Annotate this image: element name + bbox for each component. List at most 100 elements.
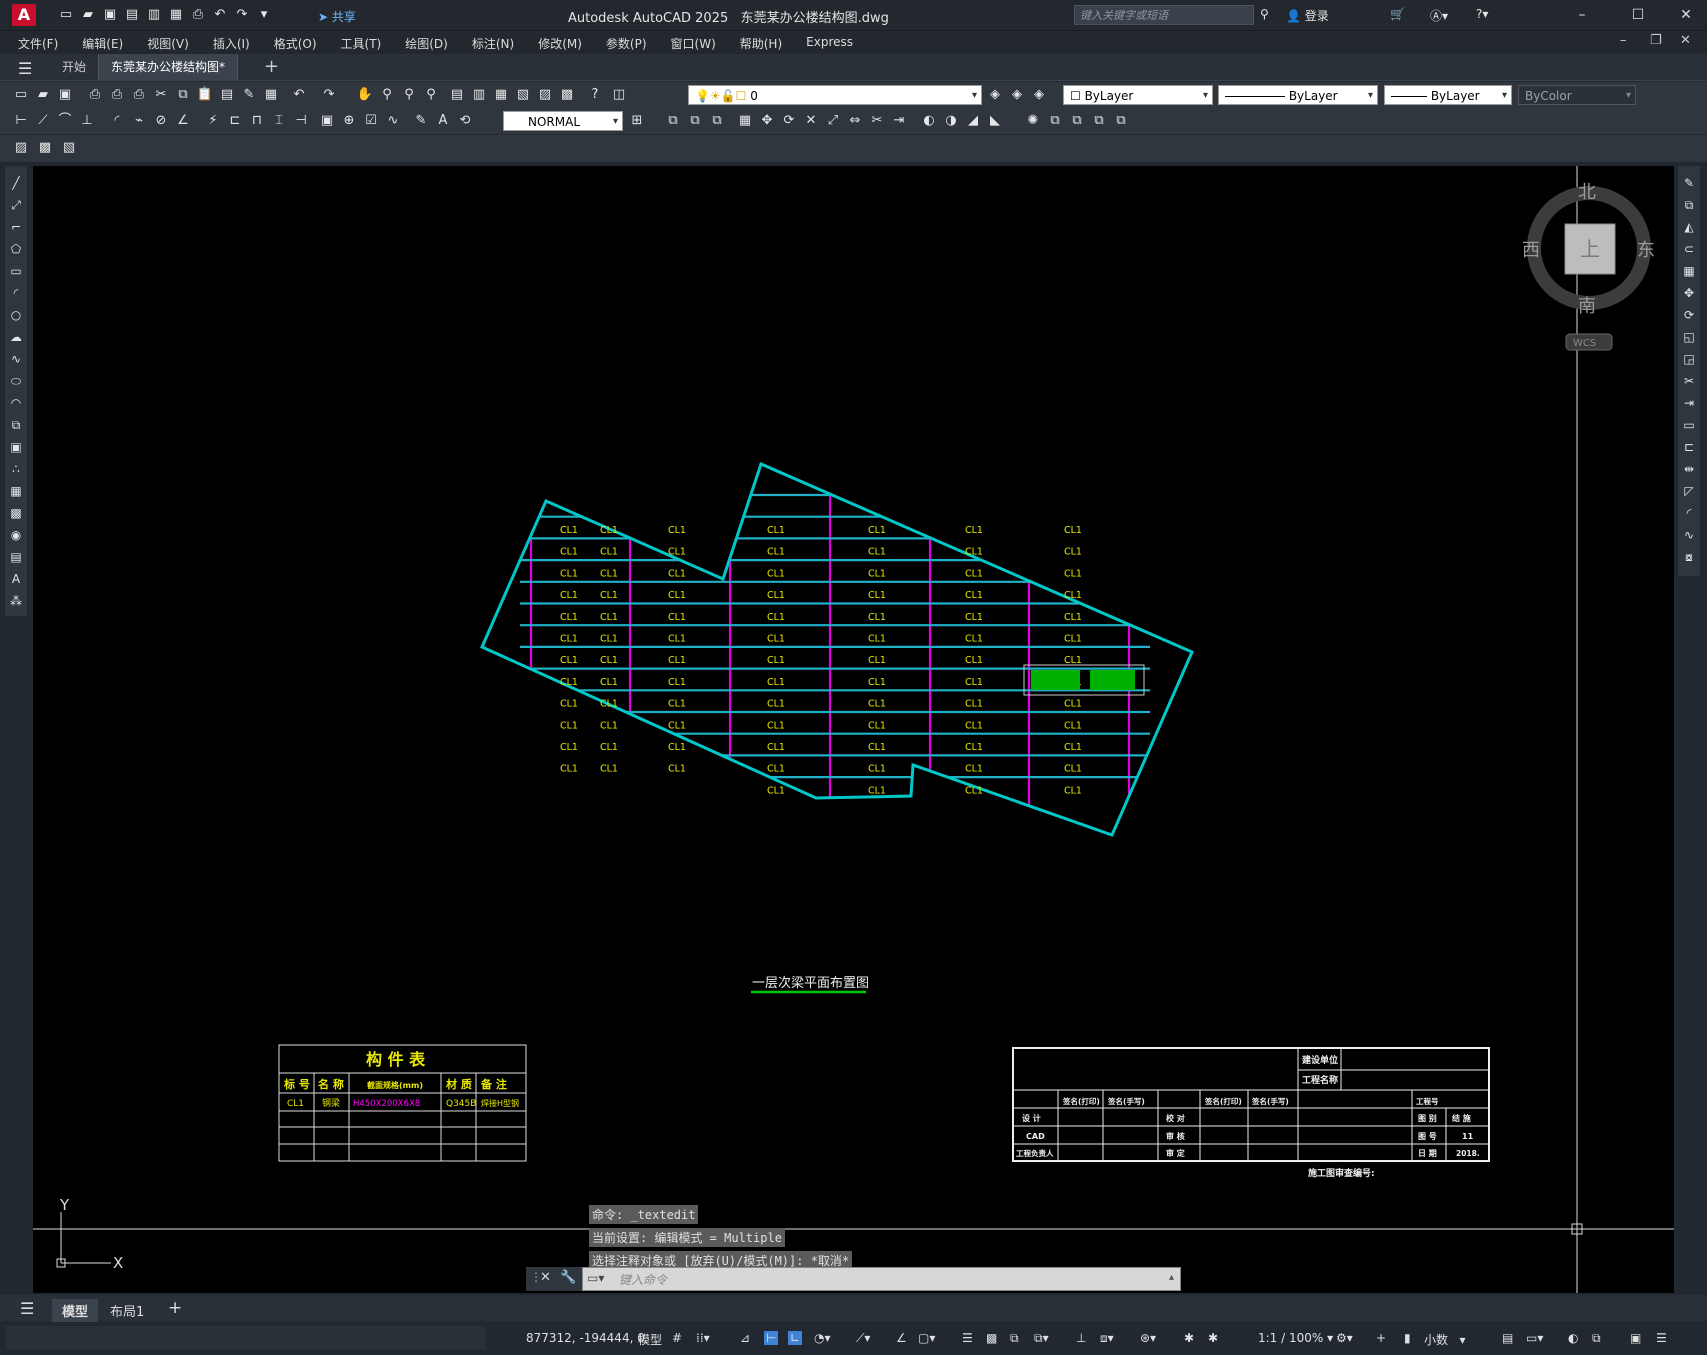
help-icon[interactable]: ?: [586, 86, 604, 104]
new-file-icon[interactable]: ▭: [58, 7, 74, 23]
dim-text-edit-icon[interactable]: A: [434, 112, 452, 130]
region-icon[interactable]: ◉: [7, 526, 25, 544]
copy-obj-icon[interactable]: ⧉: [664, 112, 682, 130]
open-icon[interactable]: ▰: [34, 86, 52, 104]
doc-restore-button[interactable]: ❐: [1650, 33, 1662, 48]
rectangle-icon[interactable]: ▭: [7, 262, 25, 280]
spline-icon[interactable]: ∿: [7, 350, 25, 368]
redo-icon[interactable]: ↷: [320, 86, 338, 104]
circle-icon[interactable]: ○: [7, 306, 25, 324]
maximize-window-button[interactable]: ☐: [1624, 5, 1652, 25]
center-mark-icon[interactable]: ⊕: [340, 112, 358, 130]
revcloud-icon[interactable]: ☁: [7, 328, 25, 346]
menu-parametric[interactable]: 参数(P): [606, 31, 659, 53]
color-dropdown[interactable]: ☐ ByLayer ▾: [1063, 85, 1213, 105]
ortho-icon[interactable]: ∟: [788, 1331, 803, 1345]
mtext-icon[interactable]: A: [7, 570, 25, 588]
quick-properties-icon[interactable]: ▤: [1502, 1331, 1513, 1345]
menu-view[interactable]: 视图(V): [147, 31, 201, 53]
units-icon[interactable]: ▮: [1404, 1331, 1411, 1345]
dim-edit-icon[interactable]: ✎: [412, 112, 430, 130]
graphics-performance-icon[interactable]: ⧉: [1592, 1331, 1601, 1346]
menu-help[interactable]: 帮助(H): [740, 31, 794, 53]
isodraft-icon[interactable]: ⟋▾: [856, 1331, 870, 1346]
arc-icon[interactable]: ◜: [7, 284, 25, 302]
copy-icon[interactable]: ⧉: [1680, 196, 1698, 214]
make-current-layer-icon[interactable]: ◈: [986, 86, 1004, 104]
selection-filter-icon[interactable]: ⧈▾: [1100, 1331, 1114, 1346]
open-file-icon[interactable]: ▰: [80, 7, 96, 23]
add-selected-icon[interactable]: ⁂: [7, 592, 25, 610]
hatch-icon[interactable]: ▦: [7, 482, 25, 500]
snap-icon[interactable]: ⁞⁞▾: [696, 1331, 710, 1345]
save-as-icon[interactable]: ▤: [124, 7, 140, 23]
bring-front-icon[interactable]: ⧉: [1068, 112, 1086, 130]
erase-icon[interactable]: ✕: [802, 112, 820, 130]
layer-previous-icon[interactable]: ◈: [1008, 86, 1026, 104]
ellipse-icon[interactable]: ⬭: [7, 372, 25, 390]
jogged-dim-icon[interactable]: ⌁: [130, 112, 148, 130]
command-input[interactable]: ▭▾ 键入命令 ▴: [582, 1267, 1181, 1291]
object-snap-tracking-icon[interactable]: ∠: [896, 1331, 907, 1345]
dim-space-icon[interactable]: ⌶: [270, 112, 288, 130]
workspace-switch-icon[interactable]: ⚙▾: [1336, 1331, 1353, 1345]
redo-icon[interactable]: ↷: [234, 7, 250, 23]
table-icon[interactable]: ▤: [7, 548, 25, 566]
annotation-scale-dropdown[interactable]: 1:1 / 100% ▾: [1258, 1331, 1333, 1345]
mirror-icon[interactable]: ◭: [1680, 218, 1698, 236]
cart-icon[interactable]: 🛒: [1390, 7, 1405, 21]
polygon-icon[interactable]: ⬠: [7, 240, 25, 258]
dynamic-ucs-icon[interactable]: ⊥: [1076, 1331, 1086, 1345]
stretch-icon[interactable]: ⇔: [846, 112, 864, 130]
workspace-save-icon[interactable]: ▩: [36, 139, 54, 157]
save-web-icon[interactable]: ▦: [168, 7, 184, 23]
share-button[interactable]: ➤ 共享: [318, 8, 356, 25]
annotation-monitor-icon[interactable]: +: [1376, 1331, 1386, 1345]
rotate-icon[interactable]: ⟳: [780, 112, 798, 130]
undo-icon[interactable]: ↶: [212, 7, 228, 23]
linetype-dropdown[interactable]: ByLayer ▾: [1218, 85, 1378, 105]
open-web-icon[interactable]: ▥: [146, 7, 162, 23]
fillet-icon[interactable]: ◣: [986, 112, 1004, 130]
paste-icon[interactable]: 📋: [196, 86, 214, 104]
trim-icon[interactable]: ✂: [868, 112, 886, 130]
autodesk-a360-icon[interactable]: Ⓐ▾: [1430, 7, 1448, 24]
transparency-icon[interactable]: ▩: [986, 1331, 997, 1345]
layer-state-icon[interactable]: ◈: [1030, 86, 1048, 104]
extend-icon[interactable]: ⇥: [1680, 394, 1698, 412]
help-icon[interactable]: ?▾: [1476, 7, 1488, 21]
doc-close-button[interactable]: ✕: [1680, 33, 1691, 48]
tool-palettes-icon[interactable]: ▦: [492, 86, 510, 104]
zoom-realtime-icon[interactable]: ⚲: [378, 86, 396, 104]
copy-icon[interactable]: ⧉: [174, 86, 192, 104]
baseline-dim-icon[interactable]: ⊏: [226, 112, 244, 130]
model-space-toggle[interactable]: 模型: [638, 1331, 662, 1348]
menu-tools[interactable]: 工具(T): [341, 31, 394, 53]
app-menu-icon[interactable]: ☰: [18, 59, 32, 78]
customize-qa-icon[interactable]: ▾: [256, 7, 272, 23]
print-preview-icon[interactable]: ⎙: [108, 86, 126, 104]
construction-line-icon[interactable]: ⤢: [7, 196, 25, 214]
make-block-icon[interactable]: ▣: [7, 438, 25, 456]
annotation-visibility-icon[interactable]: ✱: [1184, 1331, 1194, 1345]
minimize-window-button[interactable]: –: [1568, 5, 1596, 25]
polar-tracking-icon[interactable]: ◔▾: [814, 1331, 831, 1345]
dim-update-icon[interactable]: ⟲: [456, 112, 474, 130]
line-icon[interactable]: ╱: [7, 174, 25, 192]
cad-drawing[interactable]: 4388920092009200920092009200585155200438…: [33, 166, 1674, 1293]
break-icon[interactable]: ⊏: [1680, 438, 1698, 456]
tab-layout1[interactable]: 布局1: [100, 1299, 154, 1322]
calculator-icon[interactable]: ▩: [558, 86, 576, 104]
chamfer-icon[interactable]: ◸: [1680, 482, 1698, 500]
design-center-icon[interactable]: ▥: [470, 86, 488, 104]
dimstyle-manager-icon[interactable]: ⊞: [628, 112, 646, 130]
continue-dim-icon[interactable]: ⊓: [248, 112, 266, 130]
join-icon[interactable]: ⇹: [1680, 460, 1698, 478]
command-history-toggle-icon[interactable]: ▴: [1169, 1272, 1174, 1283]
quick-dim-icon[interactable]: ⚡: [204, 112, 222, 130]
gizmo-icon[interactable]: ⊛▾: [1140, 1331, 1156, 1345]
isolate-objects-icon[interactable]: ◐: [1568, 1331, 1578, 1345]
drawing-canvas[interactable]: 4388920092009200920092009200585155200438…: [33, 166, 1674, 1293]
grid-icon[interactable]: #: [672, 1331, 682, 1345]
insert-block-icon[interactable]: ⧉: [7, 416, 25, 434]
